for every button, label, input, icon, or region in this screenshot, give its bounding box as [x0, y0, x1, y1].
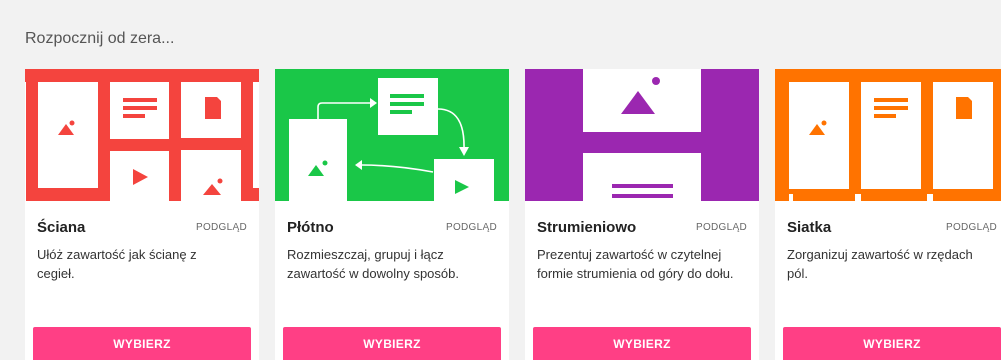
wall-thumbnail [25, 69, 259, 201]
layout-card-stream[interactable]: Strumieniowo PODGLĄD Prezentuj zawartość… [525, 69, 759, 360]
card-description: Ułóż zawartość jak ścianę z cegieł. [37, 247, 197, 281]
card-title: Płótno [287, 219, 334, 236]
layout-card-grid[interactable]: Siatka PODGLĄD Zorganizuj zawartość w rz… [775, 69, 1001, 360]
card-description: Prezentuj zawartość w czytelnej formie s… [537, 247, 734, 281]
preview-link[interactable]: PODGLĄD [696, 222, 747, 233]
card-description: Zorganizuj zawartość w rzędach pól. [787, 247, 973, 281]
canvas-thumbnail [275, 69, 509, 201]
select-button[interactable]: WYBIERZ [33, 327, 251, 360]
select-button[interactable]: WYBIERZ [783, 327, 1001, 360]
preview-link[interactable]: PODGLĄD [946, 222, 997, 233]
select-button[interactable]: WYBIERZ [283, 327, 501, 360]
preview-link[interactable]: PODGLĄD [446, 222, 497, 233]
select-button[interactable]: WYBIERZ [533, 327, 751, 360]
card-title: Ściana [37, 219, 86, 236]
layout-card-canvas[interactable]: Płótno PODGLĄD Rozmieszczaj, grupuj i łą… [275, 69, 509, 360]
card-description: Rozmieszczaj, grupuj i łącz zawartość w … [287, 247, 459, 281]
card-title: Strumieniowo [537, 219, 637, 236]
section-heading: Rozpocznij od zera... [25, 30, 175, 47]
preview-link[interactable]: PODGLĄD [196, 222, 247, 233]
grid-thumbnail [775, 69, 1001, 201]
stream-thumbnail [525, 69, 759, 201]
layout-card-wall[interactable]: Ściana PODGLĄD Ułóż zawartość jak ścianę… [25, 69, 259, 360]
layout-card-list: Ściana PODGLĄD Ułóż zawartość jak ścianę… [25, 69, 1001, 360]
card-title: Siatka [787, 219, 832, 236]
